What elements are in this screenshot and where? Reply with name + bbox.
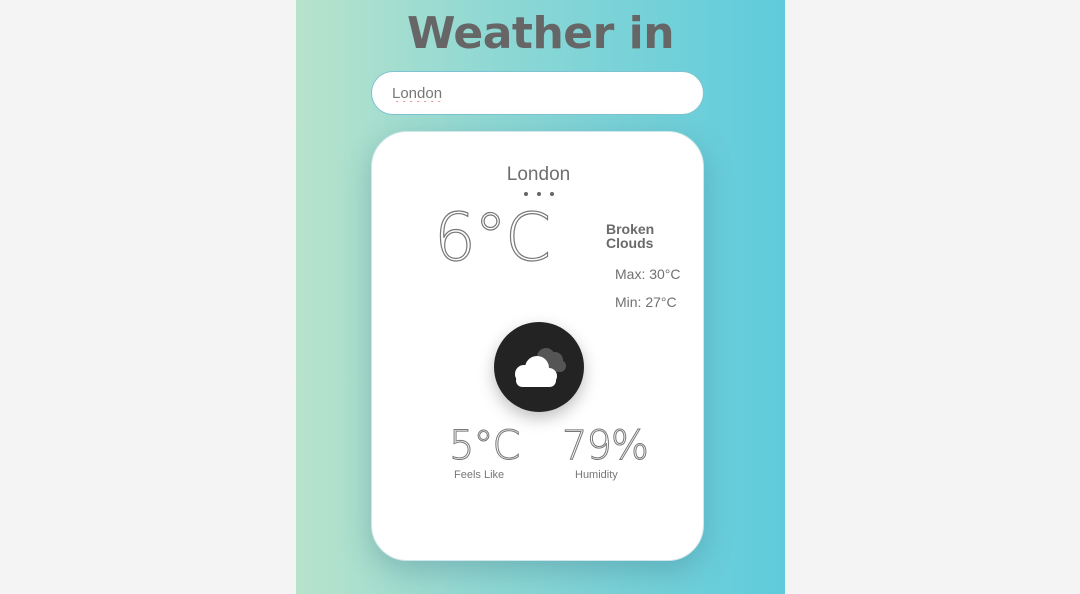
weather-description: Broken Clouds [606, 221, 655, 251]
weather-icon-badge [494, 322, 584, 412]
current-temperature: 6°C [433, 198, 551, 276]
city-search-input[interactable] [371, 71, 704, 115]
broken-clouds-icon [515, 348, 566, 387]
dot [550, 192, 554, 196]
min-temperature: Min: 27°C [615, 294, 677, 310]
feels-like-value: 5°C [448, 423, 520, 470]
humidity-label: Humidity [575, 469, 618, 481]
dot [537, 192, 541, 196]
dot [524, 192, 528, 196]
max-temperature: Max: 30°C [615, 266, 681, 282]
app-title: Weather in [406, 8, 675, 59]
feels-like-label: Feels Like [454, 469, 505, 481]
humidity-value: 79% [562, 423, 650, 470]
city-name: London [506, 164, 571, 185]
weather-card: London 6°C Broken Clouds Max: 30°C Min: … [371, 131, 704, 561]
app-panel: Weather in London 6°C Broken Clouds Max:… [296, 0, 785, 594]
